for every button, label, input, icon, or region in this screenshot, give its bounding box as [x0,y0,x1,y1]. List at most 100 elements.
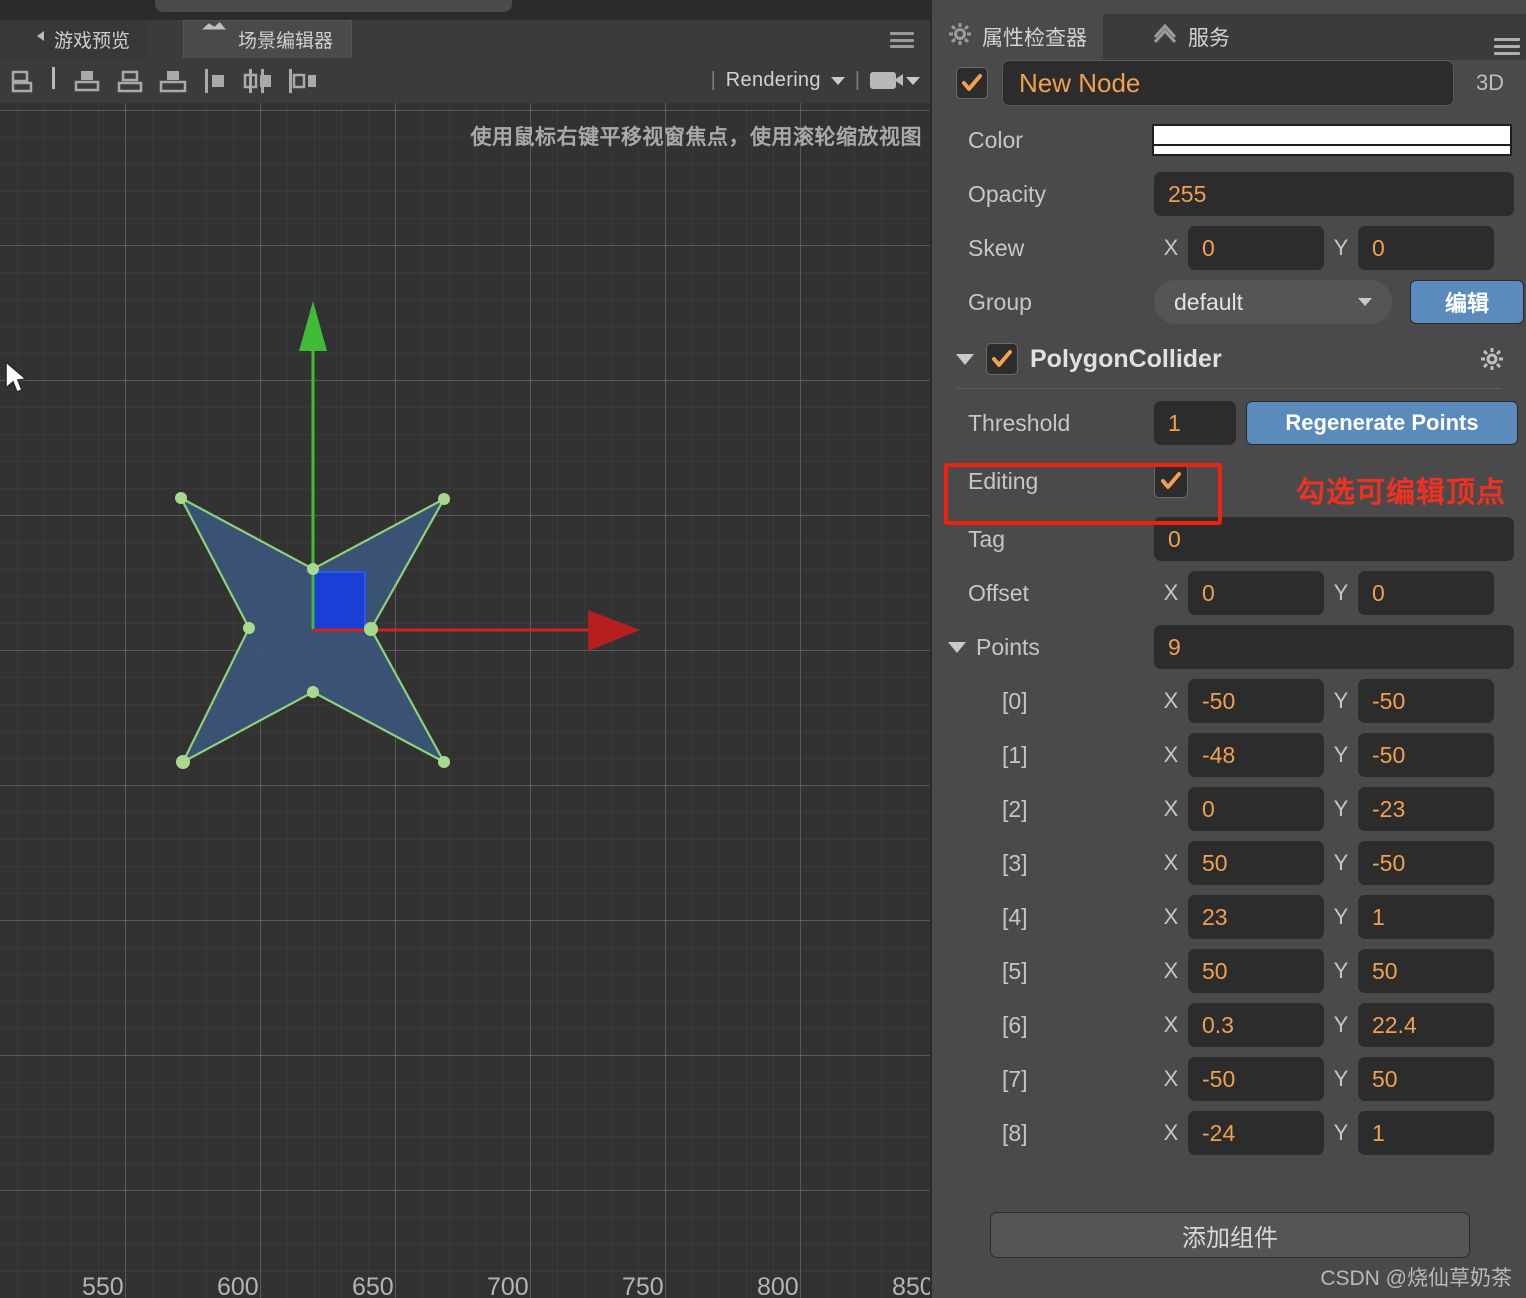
rendering-label[interactable]: Rendering [726,69,821,92]
skew-x-value: 0 [1202,234,1215,261]
point-x-input[interactable]: 50 [1188,841,1324,885]
gear-icon[interactable] [1480,347,1504,371]
point-x-value: 50 [1202,957,1228,984]
distribute-right-icon[interactable] [280,58,323,103]
point-index: [4] [1002,903,1028,930]
regenerate-points-label: Regenerate Points [1285,410,1479,435]
point-x-value: 0 [1202,795,1215,822]
point-x-input[interactable]: 50 [1188,949,1324,993]
viewport-ruler: 550 600 650 700 750 800 850 [0,1264,930,1298]
points-label-group[interactable]: Points [932,634,1154,661]
camera-icon [18,29,44,49]
tab-services[interactable]: 服务 [1136,14,1246,60]
point-x-axis-label: X [1163,796,1179,821]
triangle-down-icon[interactable] [956,353,974,365]
editing-label: Editing [968,467,1039,494]
point-y-axis-label: Y [1333,1012,1349,1037]
point-x-input[interactable]: -48 [1188,733,1324,777]
offset-x-axis-label: X [1163,580,1179,605]
point-x-input[interactable]: -50 [1188,1057,1324,1101]
point-y-input[interactable]: 1 [1358,895,1494,939]
offset-x-input[interactable]: 0 [1188,571,1324,615]
chevron-down-icon[interactable] [830,76,845,85]
point-x-value: 23 [1202,903,1228,930]
point-x-input[interactable]: 23 [1188,895,1324,939]
polygon-collider-header[interactable]: PolygonCollider [932,336,1526,382]
point-y-input[interactable]: 1 [1358,1111,1494,1155]
gear-icon [948,22,972,52]
color-swatch[interactable] [1152,124,1512,156]
node-name-input[interactable]: New Node [1002,60,1454,106]
skew-x-input[interactable]: 0 [1188,226,1324,270]
offset-label: Offset [968,579,1029,606]
tab-game-preview[interactable]: 游戏预览 [0,20,149,58]
gizmo-y-axis-arrow[interactable] [299,301,327,351]
points-list: [0] X -50 Y -50 [1] X -48 Y -50 [2] X 0 [932,679,1526,1155]
threshold-input[interactable]: 1 [1154,401,1236,445]
editing-checkbox[interactable] [1154,464,1188,498]
check-icon [962,74,982,91]
point-y-input[interactable]: 50 [1358,1057,1494,1101]
distribute-left-icon[interactable] [194,58,237,103]
offset-y-input[interactable]: 0 [1358,571,1494,615]
point-x-input[interactable]: -50 [1188,679,1324,723]
group-label: Group [968,288,1032,315]
align-left-icon[interactable] [0,58,43,103]
top-pill [155,0,512,12]
component-enabled-checkbox[interactable] [986,343,1018,375]
triangle-down-icon[interactable] [948,641,966,653]
scene-hamburger-menu-icon[interactable] [890,32,914,48]
point-y-value: -50 [1372,849,1406,876]
align-center-horizontal-icon[interactable] [108,58,151,103]
gizmo-x-axis-arrow[interactable] [588,610,640,651]
points-count-value: 9 [1168,633,1181,660]
group-row: Group default 编辑 [932,280,1526,324]
node-enabled-checkbox[interactable] [956,67,988,99]
offset-y-axis-label: Y [1333,580,1349,605]
point-y-input[interactable]: 50 [1358,949,1494,993]
tab-scene-editor[interactable]: 场景编辑器 [183,20,353,58]
align-top-icon[interactable] [65,58,108,103]
point-y-input[interactable]: -50 [1358,733,1494,777]
point-x-input[interactable]: -24 [1188,1111,1324,1155]
inspector-tabbar: 属性检查器 服务 [932,14,1526,60]
point-y-input[interactable]: -23 [1358,787,1494,831]
point-y-value: -50 [1372,687,1406,714]
node-header-row: New Node 3D [932,60,1526,106]
add-component-button[interactable]: 添加组件 [990,1212,1470,1258]
point-index: [6] [1002,1011,1028,1038]
point-row-8: [8] X -24 Y 1 [932,1111,1526,1155]
chevron-down-icon[interactable] [906,76,920,85]
group-select[interactable]: default [1154,280,1392,324]
point-x-input[interactable]: 0.3 [1188,1003,1324,1047]
check-icon [992,350,1012,367]
tab-inspector[interactable]: 属性检查器 [932,14,1103,60]
point-x-input[interactable]: 0 [1188,787,1324,831]
point-y-axis-label: Y [1333,688,1349,713]
point-y-value: -50 [1372,741,1406,768]
skew-y-input[interactable]: 0 [1358,226,1494,270]
points-label: Points [976,633,1040,660]
ruler-label: 750 [622,1273,664,1298]
node-3d-toggle[interactable]: 3D [1454,70,1526,96]
points-count-input[interactable]: 9 [1154,625,1514,669]
point-y-input[interactable]: -50 [1358,679,1494,723]
camera-icon[interactable] [870,72,903,89]
point-row-3: [3] X 50 Y -50 [932,841,1526,885]
point-x-axis-label: X [1163,688,1179,713]
point-y-input[interactable]: 22.4 [1358,1003,1494,1047]
scene-panel: 游戏预览 场景编辑器 | Rendering | 使用鼠标右键平移视窗焦点，使用… [0,20,930,1298]
group-edit-button[interactable]: 编辑 [1410,280,1524,324]
distribute-center-icon[interactable] [237,58,280,103]
inspector-hamburger-menu-icon[interactable] [1494,38,1520,55]
opacity-input[interactable]: 255 [1154,172,1514,216]
align-bottom-icon[interactable] [151,58,194,103]
tag-row: Tag 0 [932,517,1526,561]
mouse-pointer-icon [5,361,28,394]
regenerate-points-button[interactable]: Regenerate Points [1246,401,1518,445]
point-row-7: [7] X -50 Y 50 [932,1057,1526,1101]
point-y-input[interactable]: -50 [1358,841,1494,885]
scene-viewport[interactable]: 使用鼠标右键平移视窗焦点，使用滚轮缩放视图 550 600 650 700 75… [0,103,930,1298]
chevron-down-icon [1358,298,1372,306]
tag-input[interactable]: 0 [1154,517,1514,561]
